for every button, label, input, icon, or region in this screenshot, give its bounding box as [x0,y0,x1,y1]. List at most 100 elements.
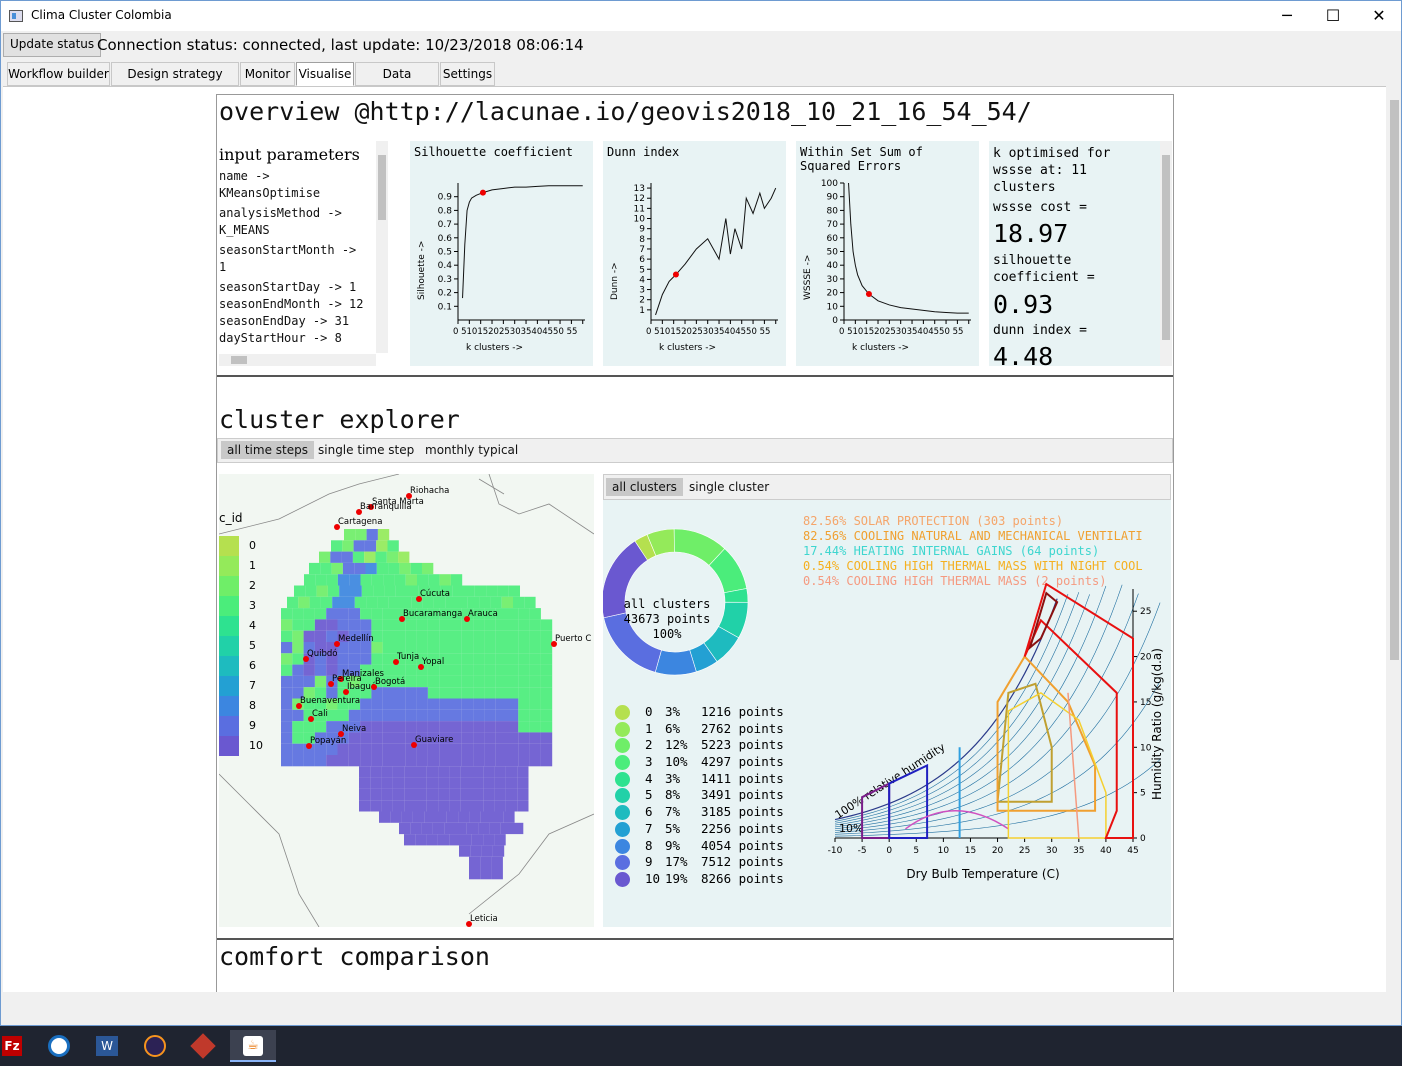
map-cell [371,608,383,620]
y-tick-label: 9 [639,225,645,235]
map-cell [459,845,471,857]
cluster-id: 1 [645,720,653,736]
legend-label: 4 [249,619,256,632]
strategy-line[interactable]: 0.54% COOLING HIGH THERMAL MASS WITH NIG… [803,559,1171,574]
word-icon[interactable]: W [86,1030,126,1062]
map-cell [495,687,507,699]
map-cell [371,698,383,710]
tab-all-clusters[interactable]: all clusters [606,478,683,496]
cluster-points: 4297 points [701,754,784,770]
params-hscrollbar[interactable] [219,354,376,366]
strategy-line[interactable]: 17.44% HEATING INTERNAL GAINS (64 points… [803,544,1171,559]
map-cell [292,709,304,722]
y-tick-label: 5 [1140,789,1146,799]
map-cell [371,574,384,586]
subtab-single-time-step[interactable]: single time step [312,441,420,459]
map-cell [428,574,440,586]
input-parameters-panel[interactable]: input parameters name -> KMeansOptimise an… [219,141,388,366]
map-cell [483,766,495,778]
tab-settings[interactable]: Settings [440,62,495,86]
map-cell [415,788,427,801]
map-cell [450,687,462,699]
cluster-color-dot [615,755,630,771]
map-cell [518,642,530,654]
map-cell [483,834,495,846]
map-cell [319,551,331,563]
dunn-panel: Dunn index 1 2 3 4 5 6 7 8 9 10 11 12 13 0 5101520253… [603,141,786,366]
tab-visualise[interactable]: Visualise [296,62,354,86]
map-cell [303,619,315,631]
map-cell [339,585,351,597]
map-cell [529,642,541,654]
cluster-map[interactable]: c_id 0 1 2 3 4 5 6 7 8 9 10 Riohacha Santa Marta Barra… [219,474,594,927]
legend-swatch [219,736,239,756]
map-cell [540,698,553,710]
strategy-line[interactable]: 82.56% SOLAR PROTECTION (303 points) [803,514,1171,529]
map-cell [473,619,485,631]
comfort-comparison-title: comfort comparison [219,942,490,971]
tab-workflow-builder[interactable]: Workflow builder [7,62,110,86]
tab-single-cluster[interactable]: single cluster [683,478,775,496]
psychrometric-chart: -10 -5 0 5 10 15 20 25 30 35 40 450510152025Dry Bul… [828,582,1164,881]
map-cell [518,709,530,722]
map-cell [348,608,361,620]
map-cell [494,834,506,846]
map-cell [438,800,450,812]
map-cell [450,709,462,722]
summary-panel[interactable]: k optimised for wssse at: 11 clusters ws… [989,141,1172,366]
map-cell [494,788,506,801]
status-bar: Update status Connection status: connect… [1,32,1401,58]
map-cell [489,822,501,835]
subtab-all-time-steps[interactable]: all time steps [221,441,314,459]
maximize-button[interactable]: ☐ [1310,1,1356,31]
donut-center-line1: all clusters [623,597,711,611]
y-tick-label: 0.9 [438,193,453,203]
tab-monitor[interactable]: Monitor [240,62,295,86]
params-scrollbar[interactable] [376,141,388,353]
map-cell [518,675,530,688]
map-cell [450,743,462,755]
map-cell [484,732,496,744]
data-line [655,187,777,316]
map-cell [366,529,378,541]
legend-label: 10 [249,739,263,752]
map-cell [394,664,406,676]
map-cell [360,574,372,586]
bug-app-icon[interactable] [182,1030,222,1062]
strategy-line[interactable]: 82.56% COOLING NATURAL AND MECHANICAL VE… [803,529,1171,544]
cluster-color-dot [615,788,630,804]
minimize-button[interactable]: ─ [1264,1,1310,31]
map-cell [495,755,507,767]
summary-scrollbar[interactable] [1160,141,1172,366]
map-cell [417,574,429,586]
subtab-monthly-typical[interactable]: monthly typical [419,441,524,459]
map-cell [292,642,304,654]
map-cell [473,675,485,688]
map-cell [461,698,474,710]
optimal-k-point [479,189,486,196]
x-tick-label: 40 [1100,846,1112,856]
y-tick-label: 30 [827,275,839,285]
map-cell [392,766,405,778]
update-status-button[interactable]: Update status [3,33,102,57]
map-cell [316,585,328,597]
map-cell [450,698,462,710]
main-scrollbar[interactable] [1387,86,1401,992]
close-button[interactable]: ✕ [1356,1,1401,31]
city-label: Cali [312,709,328,719]
shield-app-icon[interactable] [38,1030,78,1062]
java-app-icon[interactable]: ☕ [230,1030,276,1062]
tab-design-strategy-editor[interactable]: Design strategy editor [111,62,239,103]
y-tick-label: 12 [634,194,645,204]
map-cell [479,596,491,609]
filezilla-icon[interactable]: Fz [0,1030,40,1062]
map-cell [524,596,536,609]
map-cell [410,822,422,835]
map-cell [503,811,515,823]
tab-data-manager[interactable]: Data manager [355,62,439,103]
map-cell [394,687,406,699]
eclipse-icon[interactable] [134,1030,174,1062]
map-cell [484,743,496,755]
map-cell [314,630,327,642]
y-tick-label: 11 [634,204,645,214]
